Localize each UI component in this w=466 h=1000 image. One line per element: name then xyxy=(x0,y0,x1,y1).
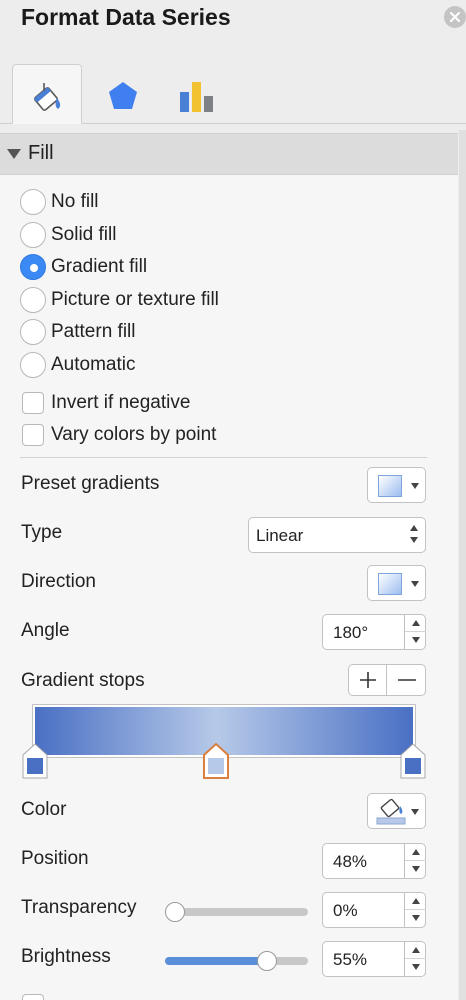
position-value: 48% xyxy=(333,852,368,871)
gradient-swatch xyxy=(378,475,402,497)
brightness-slider[interactable] xyxy=(165,950,308,972)
option-label: Gradient fill xyxy=(51,256,148,277)
radio-picture-texture-fill[interactable]: Picture or texture fill xyxy=(20,286,219,314)
gradient-stops-editor[interactable] xyxy=(22,705,426,780)
position-label: Position xyxy=(21,848,89,869)
plus-icon xyxy=(360,672,376,688)
transparency-increment-button[interactable] xyxy=(405,893,426,910)
chevron-down-icon xyxy=(411,809,419,815)
option-label: Automatic xyxy=(51,354,136,375)
direction-label: Direction xyxy=(21,571,96,592)
brightness-increment-button[interactable] xyxy=(405,942,426,959)
direction-swatch xyxy=(378,573,402,595)
preset-gradients-button[interactable] xyxy=(367,467,426,503)
position-stepper[interactable]: 48% xyxy=(322,843,426,879)
angle-decrement-button[interactable] xyxy=(405,632,426,649)
tab-series-options[interactable] xyxy=(162,64,232,124)
tab-fill-line[interactable] xyxy=(12,64,82,124)
chevron-down-icon xyxy=(411,581,419,587)
color-label: Color xyxy=(21,799,67,820)
panel-title: Format Data Series xyxy=(21,4,231,30)
close-button[interactable] xyxy=(444,6,466,28)
slider-thumb[interactable] xyxy=(165,902,185,922)
radio-no-fill[interactable]: No fill xyxy=(20,188,99,216)
brightness-label: Brightness xyxy=(21,946,111,967)
pentagon-icon xyxy=(109,82,137,109)
position-increment-button[interactable] xyxy=(405,844,426,861)
tab-bar xyxy=(0,60,466,124)
remove-stop-button[interactable] xyxy=(388,665,426,695)
type-value: Linear xyxy=(256,526,304,545)
checkbox-vary-colors[interactable]: Vary colors by point xyxy=(20,421,216,449)
transparency-slider[interactable] xyxy=(165,901,308,923)
radio-button[interactable] xyxy=(20,222,46,248)
option-label: Pattern fill xyxy=(51,321,136,342)
option-label: Solid fill xyxy=(51,224,117,245)
angle-value: 180° xyxy=(333,623,369,642)
angle-label: Angle xyxy=(21,620,70,641)
radio-button[interactable] xyxy=(20,319,46,345)
gradient-stops-label: Gradient stops xyxy=(21,670,145,691)
gradient-stop-selected[interactable] xyxy=(203,742,230,779)
gradient-stop[interactable] xyxy=(400,743,426,779)
type-select[interactable]: Linear xyxy=(248,517,426,553)
tab-effects[interactable] xyxy=(88,64,158,124)
checkbox-label: Invert if negative xyxy=(51,392,191,413)
slider-thumb[interactable] xyxy=(257,951,278,971)
chevron-down-icon xyxy=(411,483,419,489)
checkbox-label: Vary colors by point xyxy=(51,424,217,445)
type-label: Type xyxy=(21,522,63,543)
gradient-stop[interactable] xyxy=(22,743,48,779)
angle-increment-button[interactable] xyxy=(405,615,426,632)
radio-gradient-fill[interactable]: Gradient fill xyxy=(20,253,147,281)
transparency-decrement-button[interactable] xyxy=(405,910,426,927)
brightness-decrement-button[interactable] xyxy=(405,959,426,976)
brightness-value: 55% xyxy=(333,950,368,969)
brightness-stepper[interactable]: 55% xyxy=(322,941,426,977)
direction-button[interactable] xyxy=(367,565,426,601)
select-arrows-icon xyxy=(409,523,421,547)
checkbox[interactable] xyxy=(22,392,44,414)
checkbox[interactable] xyxy=(22,424,44,446)
paint-bucket-icon xyxy=(376,798,406,825)
minus-icon xyxy=(398,679,416,681)
radio-button[interactable] xyxy=(20,189,46,215)
stop-color-button[interactable] xyxy=(367,793,426,829)
checkbox-partial[interactable] xyxy=(22,994,44,1000)
option-label: Picture or texture fill xyxy=(51,289,219,310)
add-stop-button[interactable] xyxy=(349,665,387,695)
radio-button[interactable] xyxy=(20,352,46,378)
radio-button[interactable] xyxy=(20,287,46,313)
collapse-triangle-icon xyxy=(7,149,21,159)
bar-chart-icon xyxy=(180,82,213,112)
paint-bucket-icon xyxy=(33,83,61,111)
radio-solid-fill[interactable]: Solid fill xyxy=(20,221,116,249)
divider xyxy=(20,457,427,458)
scrollbar[interactable] xyxy=(459,130,466,1000)
gradient-stop-buttons xyxy=(348,664,426,696)
transparency-value: 0% xyxy=(333,901,358,920)
radio-button-selected[interactable] xyxy=(20,254,46,280)
close-icon xyxy=(449,11,461,23)
checkbox-invert-if-negative[interactable]: Invert if negative xyxy=(20,389,190,417)
transparency-stepper[interactable]: 0% xyxy=(322,892,426,928)
transparency-label: Transparency xyxy=(21,897,137,918)
position-decrement-button[interactable] xyxy=(405,861,426,878)
radio-pattern-fill[interactable]: Pattern fill xyxy=(20,318,135,346)
radio-automatic[interactable]: Automatic xyxy=(20,351,135,379)
angle-stepper[interactable]: 180° xyxy=(322,614,426,650)
fill-section-label: Fill xyxy=(28,142,54,164)
fill-section-header[interactable]: Fill xyxy=(0,133,458,175)
preset-gradients-label: Preset gradients xyxy=(21,473,160,494)
option-label: No fill xyxy=(51,191,99,212)
